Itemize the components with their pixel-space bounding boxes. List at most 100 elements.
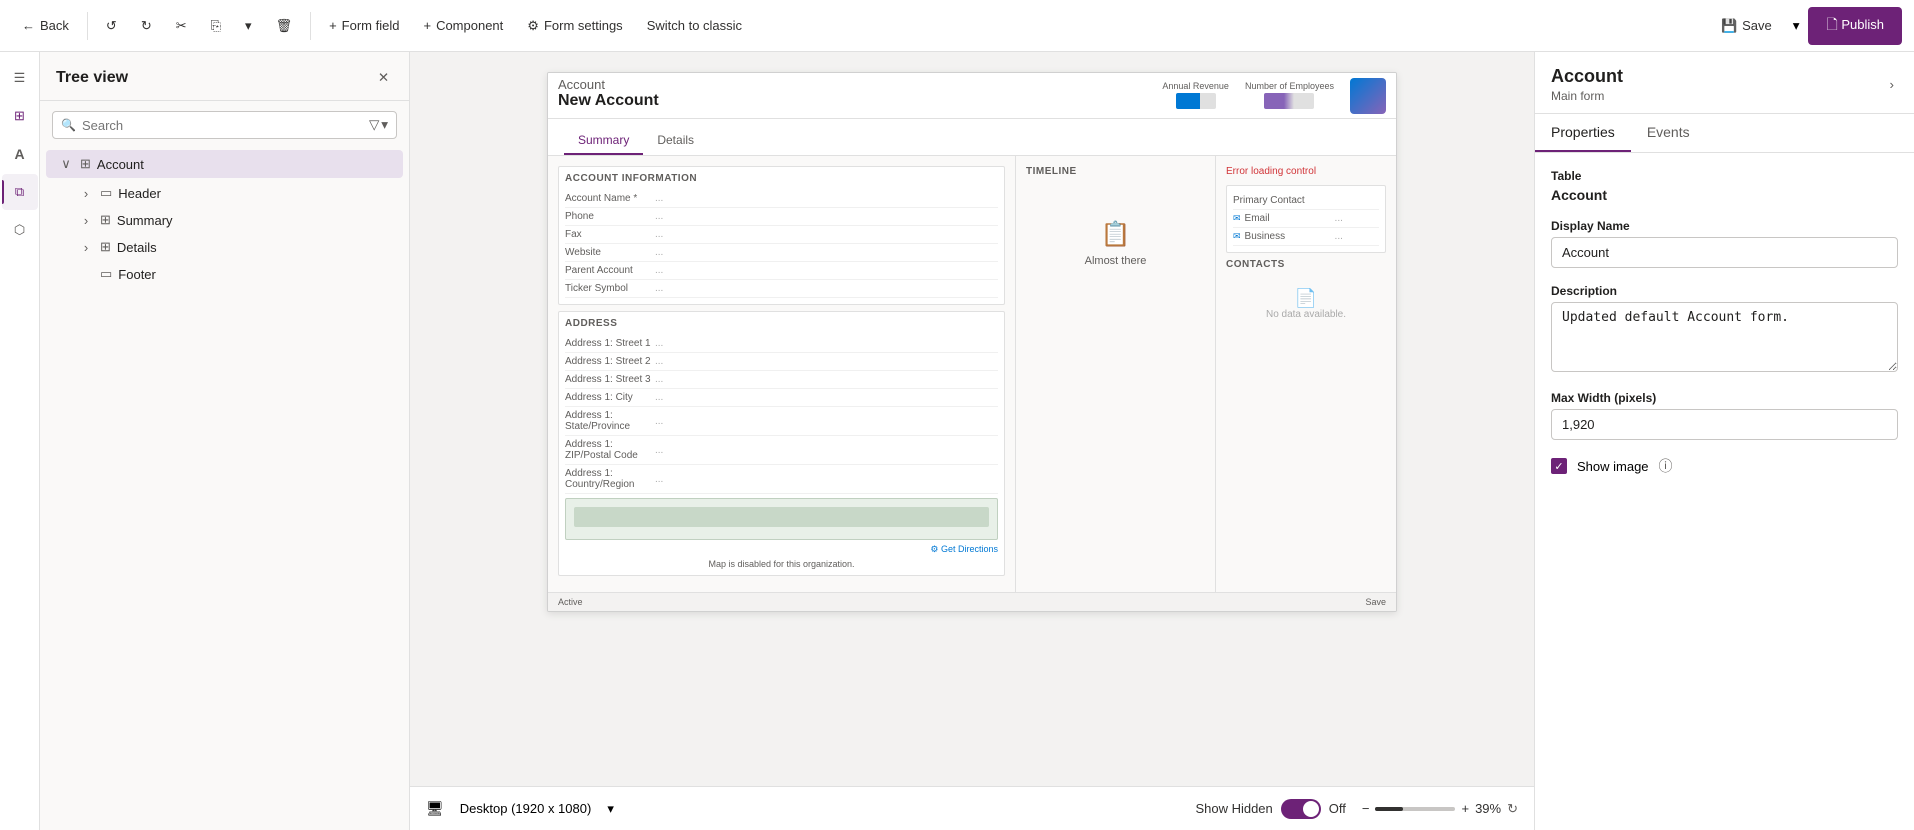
field-dots-4: ... xyxy=(655,265,663,276)
nav-icon-hamburger[interactable]: ☰ xyxy=(2,60,38,96)
desktop-selector[interactable]: Desktop (1920 x 1080) xyxy=(460,801,592,816)
right-panel-title: Account xyxy=(1551,66,1623,87)
preview-tab-summary[interactable]: Summary xyxy=(564,127,643,155)
chevron-right-icon-summary: › xyxy=(78,213,94,228)
timeline-icon: 📋 xyxy=(1101,220,1131,249)
field-label-1: Phone xyxy=(565,211,655,222)
text-icon: A xyxy=(14,146,24,162)
preview-tab-details[interactable]: Details xyxy=(643,127,708,155)
delete-button[interactable]: 🗑 xyxy=(266,12,303,40)
add-component-button[interactable]: + Component xyxy=(413,12,513,39)
zoom-level-label: 39% xyxy=(1475,801,1501,816)
toolbar-separator-2 xyxy=(310,12,311,40)
addr-label-2: Address 1: Street 3 xyxy=(565,374,655,385)
kpi-revenue-label: Annual Revenue xyxy=(1162,81,1229,91)
info-icon[interactable]: ⓘ xyxy=(1659,456,1673,476)
dropdown-button[interactable]: ▾ xyxy=(235,12,262,40)
filter-button[interactable]: ▽ ▾ xyxy=(369,117,388,133)
check-icon: ✓ xyxy=(1554,460,1563,473)
undo-button[interactable]: ↺ xyxy=(96,12,127,40)
chevron-right-icon-header: › xyxy=(78,186,94,201)
sidebar-search-box: 🔍 ▽ ▾ xyxy=(52,111,397,139)
redo-button[interactable]: ↻ xyxy=(131,12,162,40)
sidebar-close-button[interactable]: ✕ xyxy=(374,66,393,90)
sidebar-item-footer[interactable]: › ▭ Footer xyxy=(66,261,403,287)
addr-dots-1: ... xyxy=(655,356,663,367)
zoom-minus-icon[interactable]: − xyxy=(1362,801,1370,816)
address-title: ADDRESS xyxy=(565,318,998,329)
cut-button[interactable]: ✂ xyxy=(166,12,197,40)
plus-icon-form: + xyxy=(329,18,337,33)
add-form-field-button[interactable]: + Form field xyxy=(319,12,409,39)
form-preview: Account New Account Annual Revenue Numbe… xyxy=(547,72,1397,612)
table-icon: ⊞ xyxy=(14,108,25,124)
back-label: Back xyxy=(40,18,69,33)
form-field-label: Form field xyxy=(342,18,400,33)
sidebar-header: Tree view ✕ xyxy=(40,52,409,101)
toolbar: ← Back ↺ ↻ ✂ ⎘ ▾ 🗑 + Form field + Compon… xyxy=(0,0,1914,52)
right-tab-properties[interactable]: Properties xyxy=(1535,114,1631,152)
canvas-content[interactable]: Account New Account Annual Revenue Numbe… xyxy=(410,52,1534,786)
filter-icon: ▽ xyxy=(369,117,379,133)
nav-icon-layers[interactable]: ⧉ xyxy=(2,174,38,210)
max-width-input[interactable] xyxy=(1551,409,1898,440)
business-dots: ... xyxy=(1335,231,1343,242)
right-panel: Account Main form › Properties Events Ta… xyxy=(1534,52,1914,830)
nav-icon-text[interactable]: A xyxy=(2,136,38,172)
map-disabled-text: Map is disabled for this organization. xyxy=(565,559,998,569)
zoom-plus-icon[interactable]: + xyxy=(1461,801,1469,816)
display-name-input[interactable] xyxy=(1551,237,1898,268)
form-settings-button[interactable]: ⚙ Form settings xyxy=(517,12,632,40)
search-input[interactable] xyxy=(82,118,363,133)
summary-grid-icon: ⊞ xyxy=(100,212,111,228)
show-hidden-label: Show Hidden xyxy=(1195,801,1272,816)
close-icon: ✕ xyxy=(378,70,389,85)
layers-icon: ⧉ xyxy=(15,184,24,200)
address-field-3: Address 1: City... xyxy=(565,389,998,407)
account-fields-container: Account Name *...Phone...Fax...Website..… xyxy=(565,190,998,298)
publish-button[interactable]: 🗋 Publish xyxy=(1808,7,1902,45)
field-dots-5: ... xyxy=(655,283,663,294)
kpi-employees-bar xyxy=(1264,93,1314,109)
kpi-employees-label: Number of Employees xyxy=(1245,81,1334,91)
monitor-icon: 🖥 xyxy=(426,800,444,817)
contacts-section-title: CONTACTS xyxy=(1226,259,1386,270)
right-tab-events[interactable]: Events xyxy=(1631,114,1706,152)
primary-contact-field: Primary Contact xyxy=(1233,192,1379,210)
back-button[interactable]: ← Back xyxy=(12,12,79,39)
save-button[interactable]: 💾 Save xyxy=(1709,11,1784,41)
nav-icon-table[interactable]: ⊞ xyxy=(2,98,38,134)
addr-dots-0: ... xyxy=(655,338,663,349)
show-image-label: Show image xyxy=(1577,459,1649,474)
sidebar-item-footer-label: Footer xyxy=(118,267,156,282)
preview-form-title: New Account xyxy=(558,92,659,110)
undo-icon: ↺ xyxy=(106,18,117,34)
account-field-0: Account Name *... xyxy=(565,190,998,208)
address-field-6: Address 1: Country/Region... xyxy=(565,465,998,494)
show-image-checkbox[interactable]: ✓ xyxy=(1551,458,1567,474)
table-field-label: Table xyxy=(1551,169,1898,183)
desktop-dropdown-icon[interactable]: ▾ xyxy=(607,801,614,817)
dropdown-icon: ▾ xyxy=(245,18,252,34)
paste-button[interactable]: ⎘ xyxy=(201,12,231,40)
zoom-slider[interactable] xyxy=(1375,807,1455,811)
save-dropdown-button[interactable]: ▾ xyxy=(1788,12,1805,40)
right-panel-expand-button[interactable]: › xyxy=(1886,73,1898,96)
show-hidden-toggle[interactable] xyxy=(1281,799,1321,819)
sidebar-item-summary[interactable]: › ⊞ Summary xyxy=(66,207,403,233)
sidebar-item-header[interactable]: › ▭ Header xyxy=(66,180,403,206)
toggle-knob xyxy=(1303,801,1319,817)
nav-icon-component[interactable]: ⬡ xyxy=(2,212,38,248)
sidebar-icons: ✕ xyxy=(374,66,393,90)
no-data-contacts: 📄 No data available. xyxy=(1226,274,1386,334)
preview-form-breadcrumb: Account New Account xyxy=(558,77,659,114)
switch-to-classic-button[interactable]: Switch to classic xyxy=(637,12,752,39)
rotate-icon[interactable]: ↻ xyxy=(1507,801,1518,817)
get-directions[interactable]: ⚙ Get Directions xyxy=(565,544,998,555)
description-textarea[interactable]: Updated default Account form. xyxy=(1551,302,1898,372)
sidebar-item-details[interactable]: › ⊞ Details xyxy=(66,234,403,260)
canvas-bottom-bar: 🖥 Desktop (1920 x 1080) ▾ Show Hidden Of… xyxy=(410,786,1534,830)
addr-label-0: Address 1: Street 1 xyxy=(565,338,655,349)
sidebar-item-account[interactable]: ∨ ⊞ Account xyxy=(46,150,403,178)
timeline-placeholder: 📋 Almost there xyxy=(1026,183,1205,303)
